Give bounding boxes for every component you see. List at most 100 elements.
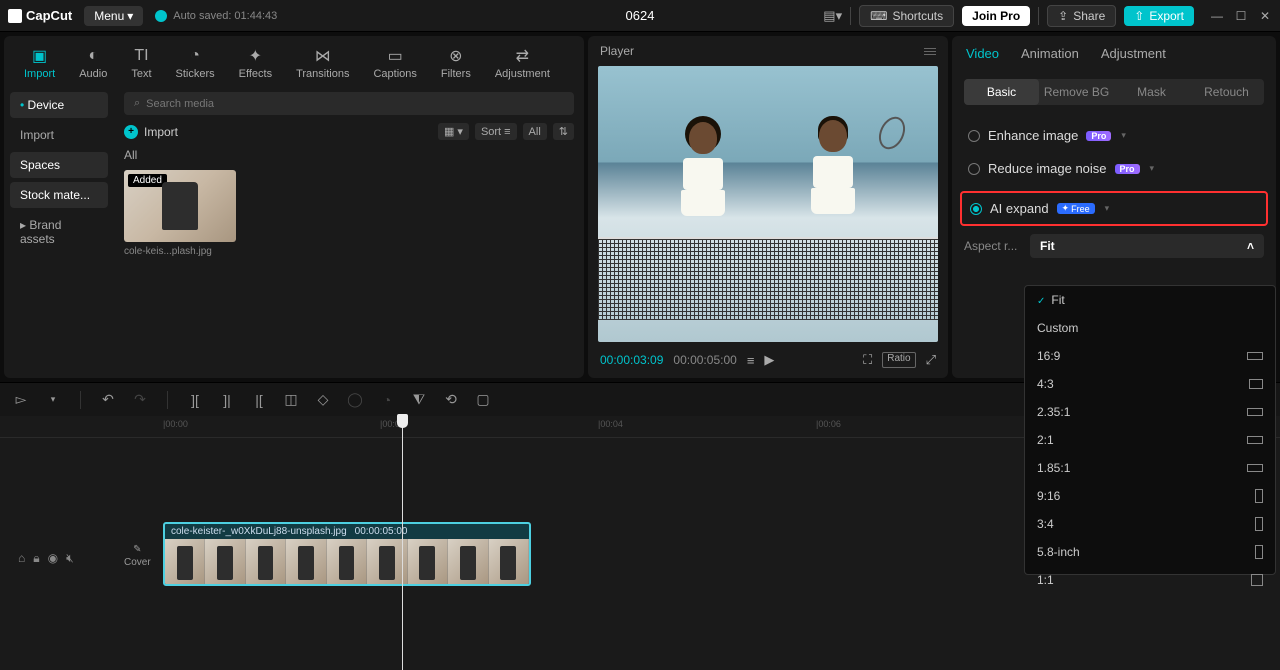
dropdown-item-custom[interactable]: Custom bbox=[1025, 314, 1275, 342]
tab-effects[interactable]: ✦Effects bbox=[227, 42, 284, 84]
dropdown-item-9-16[interactable]: 9:16 bbox=[1025, 482, 1275, 510]
sort-button[interactable]: Sort ≡ bbox=[475, 123, 517, 140]
pointer-dropdown[interactable]: ▾ bbox=[44, 394, 62, 405]
tab-captions[interactable]: ▭Captions bbox=[361, 42, 428, 84]
undo-button[interactable]: ↶ bbox=[99, 391, 117, 408]
dropdown-item-235-1[interactable]: 2.35:1 bbox=[1025, 398, 1275, 426]
ratio-icon bbox=[1255, 545, 1263, 559]
split-tool[interactable]: ]​[ bbox=[186, 392, 204, 408]
option-reduce-noise[interactable]: Reduce image noise Pro ▾ bbox=[964, 152, 1264, 185]
dropdown-item-2-1[interactable]: 2:1 bbox=[1025, 426, 1275, 454]
record-tool[interactable]: ◯ bbox=[346, 391, 364, 408]
playhead[interactable] bbox=[402, 416, 403, 670]
tab-filters[interactable]: ⊗Filters bbox=[429, 42, 483, 84]
tab-label: Text bbox=[131, 68, 151, 80]
share-button[interactable]: ⇪ Share bbox=[1047, 5, 1116, 27]
timer-tool[interactable]: ◔ bbox=[378, 392, 396, 408]
tab-audio[interactable]: ◐Audio bbox=[67, 42, 119, 84]
media-area: ⌕ Search media + Import ▦ ▾ Sort ≡ All ⇅ bbox=[114, 84, 584, 378]
audio-icon: ◐ bbox=[83, 46, 103, 66]
dropdown-item-16-9[interactable]: 16:9 bbox=[1025, 342, 1275, 370]
aspect-ratio-row: Aspect r... Fit ˄ bbox=[964, 234, 1264, 258]
dropdown-item-185-1[interactable]: 1.85:1 bbox=[1025, 454, 1275, 482]
sidebar-item-import[interactable]: Import bbox=[10, 122, 108, 148]
thumbnail-image: Added bbox=[124, 170, 236, 242]
join-pro-button[interactable]: Join Pro bbox=[962, 6, 1030, 26]
subtab-mask[interactable]: Mask bbox=[1114, 79, 1189, 105]
tab-text[interactable]: TIText bbox=[119, 42, 163, 84]
menu-button[interactable]: Menu ▾ bbox=[84, 6, 143, 26]
dd-label: 2:1 bbox=[1037, 433, 1054, 447]
option-enhance[interactable]: Enhance image Pro ▾ bbox=[964, 119, 1264, 152]
playhead-handle[interactable] bbox=[397, 414, 408, 428]
filter-all-button[interactable]: All bbox=[523, 123, 547, 140]
tab-import[interactable]: ▣Import bbox=[12, 42, 67, 84]
player-menu-icon[interactable] bbox=[924, 48, 936, 55]
search-input[interactable]: ⌕ Search media bbox=[124, 92, 574, 115]
import-icon: ▣ bbox=[30, 46, 50, 66]
focus-icon[interactable]: ⛶ bbox=[863, 352, 872, 368]
lock-layers-icon[interactable]: ⌂ bbox=[18, 551, 25, 566]
player-controls: 00:00:03:09 00:00:05:00 ≡ ▶ ⛶ Ratio ⤢ bbox=[588, 342, 948, 378]
list-icon[interactable]: ≡ bbox=[747, 353, 755, 368]
minimize-button[interactable]: — bbox=[1210, 9, 1224, 23]
effects-icon: ✦ bbox=[245, 46, 265, 66]
grid-view-button[interactable]: ▦ ▾ bbox=[438, 123, 469, 140]
sidebar-item-device[interactable]: Device bbox=[10, 92, 108, 118]
sidebar-item-spaces[interactable]: Spaces bbox=[10, 152, 108, 178]
eye-icon[interactable]: ◉ bbox=[48, 551, 58, 566]
dropdown-item-1-1[interactable]: 1:1 bbox=[1025, 566, 1275, 594]
shield-tool[interactable]: ◇ bbox=[314, 391, 332, 408]
tab-transitions[interactable]: ⋈Transitions bbox=[284, 42, 361, 84]
play-button[interactable]: ▶ bbox=[764, 352, 774, 368]
top-bar: CapCut Menu ▾ Auto saved: 01:44:43 0624 … bbox=[0, 0, 1280, 32]
project-title[interactable]: 0624 bbox=[626, 8, 655, 23]
rotate-tool[interactable]: ⟲ bbox=[442, 391, 460, 408]
sidebar-item-brand[interactable]: ▸ Brand assets bbox=[10, 212, 108, 252]
export-icon: ⇧ bbox=[1134, 9, 1144, 23]
timeline-clip[interactable]: cole-keister-_w0XkDuLj88-unsplash.jpg 00… bbox=[163, 522, 531, 586]
tab-stickers[interactable]: ◔Stickers bbox=[164, 42, 227, 84]
frame-tool[interactable]: ▢ bbox=[474, 391, 492, 408]
mute-icon[interactable]: 🔇︎ bbox=[66, 551, 74, 566]
clip-name: cole-keister-_w0XkDuLj88-unsplash.jpg bbox=[171, 526, 347, 537]
split-right-tool[interactable]: |​[ bbox=[250, 392, 268, 408]
crop-tool[interactable]: ◫ bbox=[282, 391, 300, 408]
dd-label: 4:3 bbox=[1037, 377, 1054, 391]
tab-adjustment[interactable]: Adjustment bbox=[1101, 46, 1166, 69]
tab-video[interactable]: Video bbox=[966, 46, 999, 69]
maximize-button[interactable]: ☐ bbox=[1234, 9, 1248, 23]
lock-icon[interactable]: 🔒︎ bbox=[33, 551, 39, 566]
subtab-removebg[interactable]: Remove BG bbox=[1039, 79, 1114, 105]
dropdown-item-3-4[interactable]: 3:4 bbox=[1025, 510, 1275, 538]
dropdown-item-4-3[interactable]: 4:3 bbox=[1025, 370, 1275, 398]
dropdown-item-fit[interactable]: ✓Fit bbox=[1025, 286, 1275, 314]
tab-adjustment[interactable]: ⇄Adjustment bbox=[483, 42, 562, 84]
sidebar-item-stock[interactable]: Stock mate... bbox=[10, 182, 108, 208]
import-button[interactable]: + Import bbox=[124, 125, 178, 139]
pointer-tool[interactable]: ▻ bbox=[12, 391, 30, 408]
fullscreen-icon[interactable]: ⤢ bbox=[926, 352, 936, 368]
filters-icon: ⊗ bbox=[446, 46, 466, 66]
option-ai-expand[interactable]: AI expand ✦Free ▾ bbox=[970, 197, 1258, 220]
ratio-icon bbox=[1247, 436, 1263, 444]
filter-button[interactable]: ⇅ bbox=[553, 123, 574, 140]
split-left-tool[interactable]: ]​| bbox=[218, 392, 236, 408]
mirror-tool[interactable]: ⧨ bbox=[410, 391, 428, 408]
player-viewport[interactable] bbox=[598, 66, 938, 342]
close-button[interactable]: ✕ bbox=[1258, 9, 1272, 23]
subtab-retouch[interactable]: Retouch bbox=[1189, 79, 1264, 105]
cover-button[interactable]: ✎ Cover bbox=[124, 544, 151, 568]
tab-animation[interactable]: Animation bbox=[1021, 46, 1079, 69]
media-item[interactable]: Added cole-keis...plash.jpg bbox=[124, 170, 236, 257]
layout-icon[interactable]: ▤▾ bbox=[823, 8, 842, 24]
ratio-button[interactable]: Ratio bbox=[882, 352, 915, 368]
aspect-select[interactable]: Fit ˄ bbox=[1030, 234, 1264, 258]
export-button[interactable]: ⇧ Export bbox=[1124, 6, 1194, 26]
subtab-basic[interactable]: Basic bbox=[964, 79, 1039, 105]
redo-button[interactable]: ↷ bbox=[131, 391, 149, 408]
cover-label: Cover bbox=[124, 557, 151, 568]
dd-label: Custom bbox=[1037, 321, 1078, 335]
dropdown-item-58inch[interactable]: 5.8-inch bbox=[1025, 538, 1275, 566]
shortcuts-button[interactable]: ⌨ Shortcuts bbox=[859, 5, 954, 27]
